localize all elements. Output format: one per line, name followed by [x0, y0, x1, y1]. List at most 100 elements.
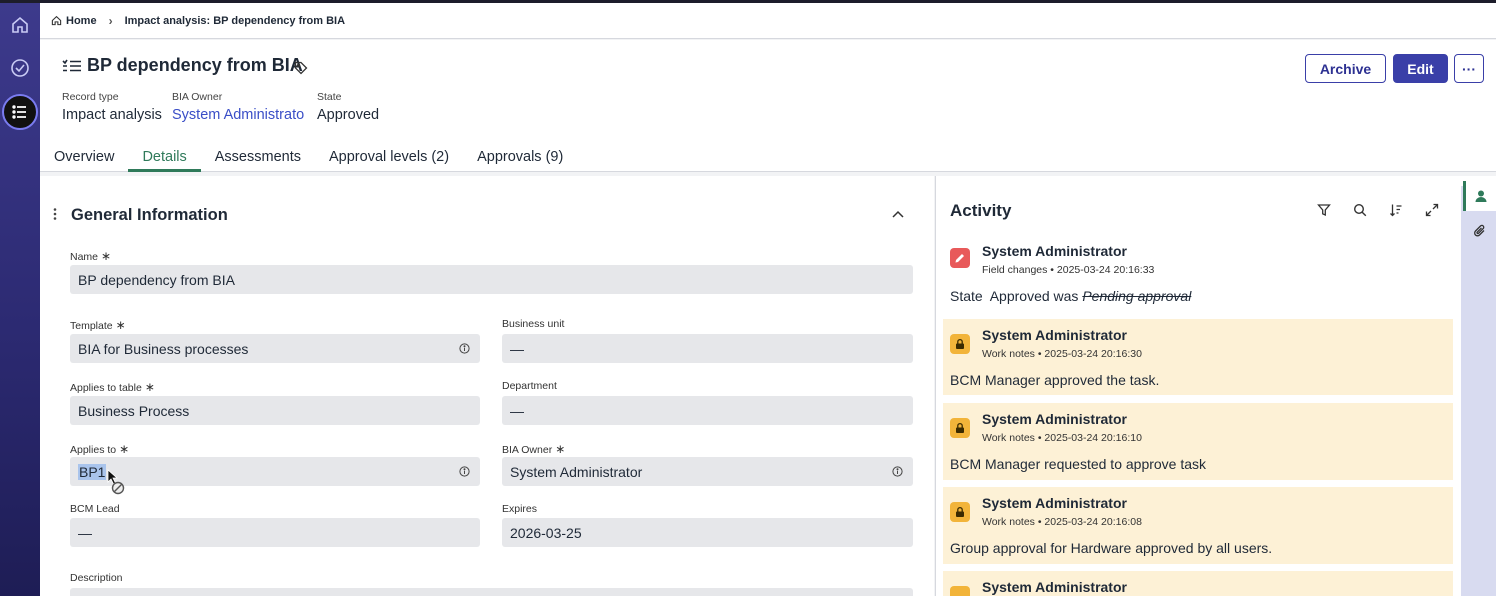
- activity-entry: System Administrator: [943, 571, 1453, 596]
- applies-to-table-field[interactable]: Business Process: [70, 396, 480, 425]
- lock-icon: [950, 418, 970, 438]
- chevron-right-icon: ›: [108, 13, 113, 28]
- business-unit-label: Business unit: [502, 318, 565, 330]
- entry-meta: Work notes • 2025-03-24 20:16:08: [982, 516, 1142, 528]
- expand-icon[interactable]: [1425, 203, 1439, 217]
- expires-field[interactable]: 2026-03-25: [502, 518, 913, 547]
- entry-author: System Administrator: [982, 327, 1127, 343]
- label-text: Applies to: [70, 444, 117, 456]
- breadcrumb: Home › Impact analysis: BP dependency fr…: [40, 3, 1496, 39]
- bcm-lead-label: BCM Lead: [70, 503, 120, 515]
- activity-title: Activity: [950, 201, 1012, 220]
- check-circle-icon[interactable]: [4, 52, 36, 84]
- meta-value: Impact analysis: [62, 107, 162, 123]
- search-icon[interactable]: [1353, 203, 1367, 217]
- required-icon: ∗: [101, 249, 112, 263]
- chevron-up-icon[interactable]: [891, 207, 905, 221]
- pencil-icon: [950, 248, 970, 268]
- lock-icon: [950, 586, 970, 596]
- description-field[interactable]: [70, 588, 913, 596]
- expires-label: Expires: [502, 503, 538, 515]
- archive-button[interactable]: Archive: [1305, 54, 1386, 83]
- tab-overview[interactable]: Overview: [40, 144, 128, 172]
- meta-value: Approved: [317, 107, 380, 123]
- info-icon[interactable]: [892, 466, 903, 477]
- bia-owner-label: BIA Owner ∗: [502, 442, 565, 456]
- label-text: Name: [70, 251, 99, 263]
- label-text: Template: [70, 320, 113, 332]
- changed-field: State: [950, 288, 983, 304]
- section-title: General Information: [71, 206, 228, 224]
- tab-assessments[interactable]: Assessments: [201, 144, 315, 172]
- template-field[interactable]: BIA for Business processes: [70, 334, 480, 363]
- info-icon[interactable]: [459, 343, 470, 354]
- tab-approvals[interactable]: Approvals (9): [463, 144, 577, 172]
- meta-record-type: Record type Impact analysis: [62, 91, 162, 123]
- applies-to-value: BP1: [78, 463, 107, 480]
- required-icon: ∗: [119, 442, 130, 456]
- meta-label: BIA Owner: [172, 91, 223, 103]
- bcm-lead-value: —: [78, 524, 92, 541]
- meta-label: Record type: [62, 91, 119, 103]
- required-icon: ∗: [555, 442, 566, 456]
- old-value: Pending approval: [1082, 288, 1192, 304]
- meta-label: State: [317, 91, 342, 103]
- bia-owner-value: System Administrator: [510, 463, 643, 480]
- activity-entry: System Administrator Work notes • 2025-0…: [943, 403, 1453, 480]
- home-icon[interactable]: [4, 9, 36, 41]
- sort-icon[interactable]: [1389, 203, 1403, 217]
- entry-meta: Field changes • 2025-03-24 20:16:33: [982, 264, 1155, 276]
- business-unit-value: —: [510, 340, 524, 357]
- user-icon[interactable]: [1463, 181, 1496, 211]
- more-actions-button[interactable]: ···: [1454, 54, 1484, 83]
- department-label: Department: [502, 380, 557, 392]
- template-label: Template ∗: [70, 318, 126, 332]
- name-field[interactable]: BP dependency from BIA: [70, 265, 913, 294]
- department-field[interactable]: —: [502, 396, 913, 425]
- home-icon: [51, 15, 62, 26]
- bia-owner-field[interactable]: System Administrator: [502, 457, 913, 486]
- list-icon[interactable]: [2, 94, 38, 130]
- tab-details[interactable]: Details: [128, 144, 201, 172]
- bia-owner-link[interactable]: System Administrato: [172, 107, 304, 123]
- tab-approval-levels[interactable]: Approval levels (2): [315, 144, 463, 172]
- template-value: BIA for Business processes: [78, 340, 249, 357]
- bcm-lead-field[interactable]: —: [70, 518, 480, 547]
- entry-author: System Administrator: [982, 411, 1127, 427]
- label-text: BIA Owner: [502, 444, 553, 456]
- name-label: Name ∗: [70, 249, 111, 263]
- applies-to-table-value: Business Process: [78, 402, 190, 419]
- name-value: BP dependency from BIA: [78, 271, 235, 288]
- breadcrumb-home-label: Home: [66, 14, 97, 27]
- applies-to-field[interactable]: BP1: [70, 457, 480, 486]
- required-icon: ∗: [144, 380, 155, 394]
- paperclip-icon[interactable]: [1463, 216, 1496, 246]
- activity-entry: System Administrator Field changes • 202…: [943, 238, 1453, 310]
- tag-icon[interactable]: [294, 61, 308, 75]
- record-tabs: Overview Details Assessments Approval le…: [40, 144, 577, 172]
- business-unit-field[interactable]: —: [502, 334, 913, 363]
- new-value: Approved was: [989, 288, 1079, 304]
- drag-handle-icon[interactable]: [53, 208, 57, 220]
- activity-panel: Activity System Administrator Field chan…: [935, 176, 1461, 596]
- entry-change: State Approved was Pending approval: [950, 288, 1191, 304]
- info-icon[interactable]: [459, 466, 470, 477]
- general-information-panel: General Information Name ∗ BP dependency …: [40, 176, 934, 596]
- left-nav-rail: [0, 3, 40, 596]
- entry-meta: Work notes • 2025-03-24 20:16:10: [982, 432, 1142, 444]
- lock-icon: [950, 502, 970, 522]
- department-value: —: [510, 402, 524, 419]
- record-list-icon: [62, 59, 81, 72]
- activity-entry: System Administrator Work notes • 2025-0…: [943, 319, 1453, 395]
- edit-button[interactable]: Edit: [1393, 54, 1448, 83]
- filter-icon[interactable]: [1317, 203, 1331, 217]
- entry-author: System Administrator: [982, 579, 1127, 595]
- entry-author: System Administrator: [982, 495, 1127, 511]
- meta-state: State Approved: [317, 91, 379, 123]
- breadcrumb-home[interactable]: Home: [51, 15, 97, 27]
- mouse-cursor-icon: [107, 469, 125, 495]
- meta-bia-owner: BIA Owner System Administrato: [172, 91, 304, 123]
- applies-to-table-label: Applies to table ∗: [70, 380, 155, 394]
- breadcrumb-current: Impact analysis: BP dependency from BIA: [124, 14, 346, 27]
- page-title: BP dependency from BIA: [87, 55, 303, 75]
